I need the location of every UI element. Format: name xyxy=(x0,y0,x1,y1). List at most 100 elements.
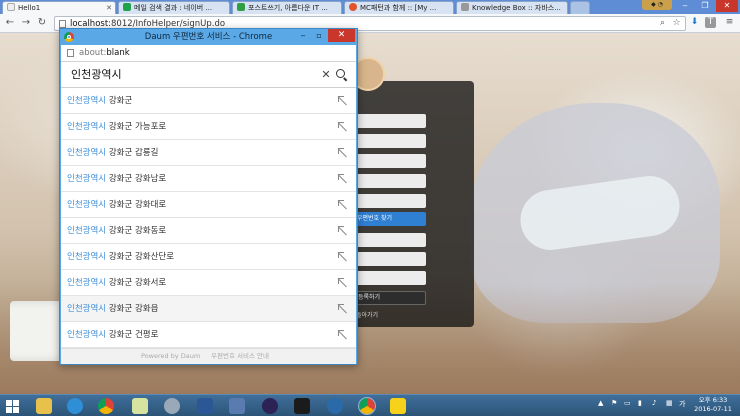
arrow-up-left-icon[interactable] xyxy=(337,95,348,106)
forward-arrow-icon[interactable]: → xyxy=(20,17,32,29)
result-detail: 강화군 강화대로 xyxy=(108,200,167,210)
arrow-up-left-icon[interactable] xyxy=(337,199,348,210)
result-detail: 강화군 갑룡길 xyxy=(108,148,159,158)
service-notice-link[interactable]: 우편번호 서비스 안내 xyxy=(211,349,269,363)
signup-field-7[interactable] xyxy=(354,252,426,266)
address-search-box[interactable]: 인천광역시 ✕ xyxy=(61,62,356,88)
arrow-up-left-icon[interactable] xyxy=(337,121,348,132)
result-city: 인천광역시 xyxy=(67,200,107,210)
result-city: 인천광역시 xyxy=(67,148,107,158)
network-icon[interactable]: ▮ xyxy=(638,399,642,407)
result-row[interactable]: 인천광역시 강화군 갑룡길 xyxy=(61,140,356,166)
search-icon[interactable] xyxy=(336,69,348,81)
tab-close-icon[interactable]: ✕ xyxy=(106,2,112,14)
result-row[interactable]: 인천광역시 강화군 강화대로 xyxy=(61,192,356,218)
windows-start-icon[interactable] xyxy=(6,400,19,413)
close-button[interactable]: ✕ xyxy=(716,0,738,12)
keyboard-icon[interactable]: ▦ xyxy=(666,399,673,407)
popup-title-bar[interactable]: Daum 우편번호 서비스 - Chrome ‒ ▫ ✕ xyxy=(60,29,357,45)
signup-field-4[interactable] xyxy=(354,174,426,188)
popup-maximize-button[interactable]: ▫ xyxy=(312,30,326,42)
tab-label: Hello1 xyxy=(18,4,41,12)
tab-label: MC패턴과 함께 :: [My ... xyxy=(360,4,437,12)
signup-field-2[interactable] xyxy=(354,134,426,148)
eclipse-icon[interactable] xyxy=(262,398,278,414)
result-row[interactable]: 인천광역시 강화군 강화동로 xyxy=(61,218,356,244)
result-row[interactable]: 인천광역시 강화군 xyxy=(61,88,356,114)
tab-knowledge-box[interactable]: Knowledge Box :: 자바스... xyxy=(456,1,568,14)
tab-post-write[interactable]: 포스트쓰기, 아름다운 IT ... xyxy=(232,1,342,14)
clock-time: 오후 6:33 xyxy=(698,396,728,404)
menu-icon[interactable]: ≡ xyxy=(724,17,735,28)
internet-explorer-icon[interactable] xyxy=(67,398,83,414)
file-explorer-icon[interactable] xyxy=(36,398,52,414)
result-detail: 강화군 강화동로 xyxy=(108,226,167,236)
result-city: 인천광역시 xyxy=(67,96,107,106)
tab-mc-pattern[interactable]: MC패턴과 함께 :: [My ... xyxy=(344,1,454,14)
result-city: 인천광역시 xyxy=(67,330,107,340)
result-row[interactable]: 인천광역시 강화군 강화읍 xyxy=(61,296,356,322)
command-prompt-icon[interactable] xyxy=(294,398,310,414)
result-row[interactable]: 인천광역시 강화군 가능포로 xyxy=(61,114,356,140)
signup-field-3[interactable] xyxy=(354,154,426,168)
result-row[interactable]: 인천광역시 강화군 강화남로 xyxy=(61,166,356,192)
profile-chip[interactable]: ◆ ◔ xyxy=(642,0,672,10)
back-link[interactable]: 돌아가기 xyxy=(356,310,378,319)
kakaotalk-icon[interactable] xyxy=(390,398,406,414)
notes-app-icon[interactable] xyxy=(132,398,148,414)
bookmark-star-icon[interactable]: ☆ xyxy=(671,18,682,29)
back-arrow-icon[interactable]: ← xyxy=(4,17,16,29)
arrow-up-left-icon[interactable] xyxy=(337,225,348,236)
battery-icon[interactable]: ▭ xyxy=(624,399,631,407)
signup-field-5[interactable] xyxy=(354,194,426,208)
signup-field-1[interactable] xyxy=(354,114,426,128)
clear-icon[interactable]: ✕ xyxy=(320,69,332,81)
site-icon xyxy=(461,3,469,11)
chrome-taskbar-icon[interactable] xyxy=(98,398,114,414)
chrome-active-window-icon[interactable] xyxy=(358,397,376,415)
result-detail: 강화군 강화읍 xyxy=(108,304,159,314)
arrow-up-left-icon[interactable] xyxy=(337,329,348,340)
page-icon xyxy=(7,3,15,11)
tray-chevron-icon[interactable]: ▲ xyxy=(598,399,603,407)
result-row[interactable]: 인천광역시 강화군 강화서로 xyxy=(61,270,356,296)
popup-minimize-button[interactable]: ‒ xyxy=(296,30,310,42)
network-app-icon[interactable] xyxy=(164,398,180,414)
reload-icon[interactable]: ↻ xyxy=(36,17,48,29)
maximize-button[interactable]: ❐ xyxy=(696,0,714,12)
flag-icon[interactable]: ⚑ xyxy=(611,399,617,407)
arrow-up-left-icon[interactable] xyxy=(337,277,348,288)
extension-icon[interactable]: T xyxy=(705,17,716,28)
blog-icon xyxy=(237,3,245,11)
result-row[interactable]: 인천광역시 강화군 강화산단로 xyxy=(61,244,356,270)
result-row[interactable]: 인천광역시 강화군 건평로 xyxy=(61,322,356,348)
new-tab-button[interactable] xyxy=(570,1,590,14)
signup-submit-button[interactable]: 등록하기 xyxy=(354,291,426,305)
signup-field-8[interactable] xyxy=(354,271,426,285)
tab-naver-mail[interactable]: 메일 검색 결과 : 네이버 ... xyxy=(118,1,230,14)
ime-indicator[interactable]: 가 xyxy=(679,399,685,409)
signup-field-6[interactable] xyxy=(354,233,426,247)
tab-hello1[interactable]: Hello1 ✕ xyxy=(2,1,116,14)
page-icon xyxy=(59,20,66,28)
arrow-up-left-icon[interactable] xyxy=(337,147,348,158)
search-icon[interactable]: ⌕ xyxy=(657,18,668,29)
app-icon[interactable] xyxy=(327,398,343,414)
find-zipcode-button[interactable]: 우편번호 찾기 xyxy=(354,212,426,226)
popup-close-button[interactable]: ✕ xyxy=(328,29,355,42)
taskbar-clock[interactable]: 오후 6:33 2016-07-11 xyxy=(690,396,736,414)
result-detail: 강화군 강화서로 xyxy=(108,278,167,288)
popup-url: about:blank xyxy=(79,48,130,58)
volume-icon[interactable]: ♪ xyxy=(652,399,656,407)
minimize-button[interactable]: ‒ xyxy=(676,0,694,12)
result-city: 인천광역시 xyxy=(67,226,107,236)
address-search-input[interactable]: 인천광역시 xyxy=(71,62,122,88)
popup-address-bar[interactable]: about:blank xyxy=(61,45,356,62)
download-icon[interactable]: ⬇ xyxy=(689,17,700,28)
arrow-up-left-icon[interactable] xyxy=(337,173,348,184)
word-icon[interactable] xyxy=(197,398,213,414)
arrow-up-left-icon[interactable] xyxy=(337,251,348,262)
remote-desktop-icon[interactable] xyxy=(229,398,245,414)
arrow-up-left-icon[interactable] xyxy=(337,303,348,314)
result-detail: 강화군 xyxy=(108,96,133,106)
